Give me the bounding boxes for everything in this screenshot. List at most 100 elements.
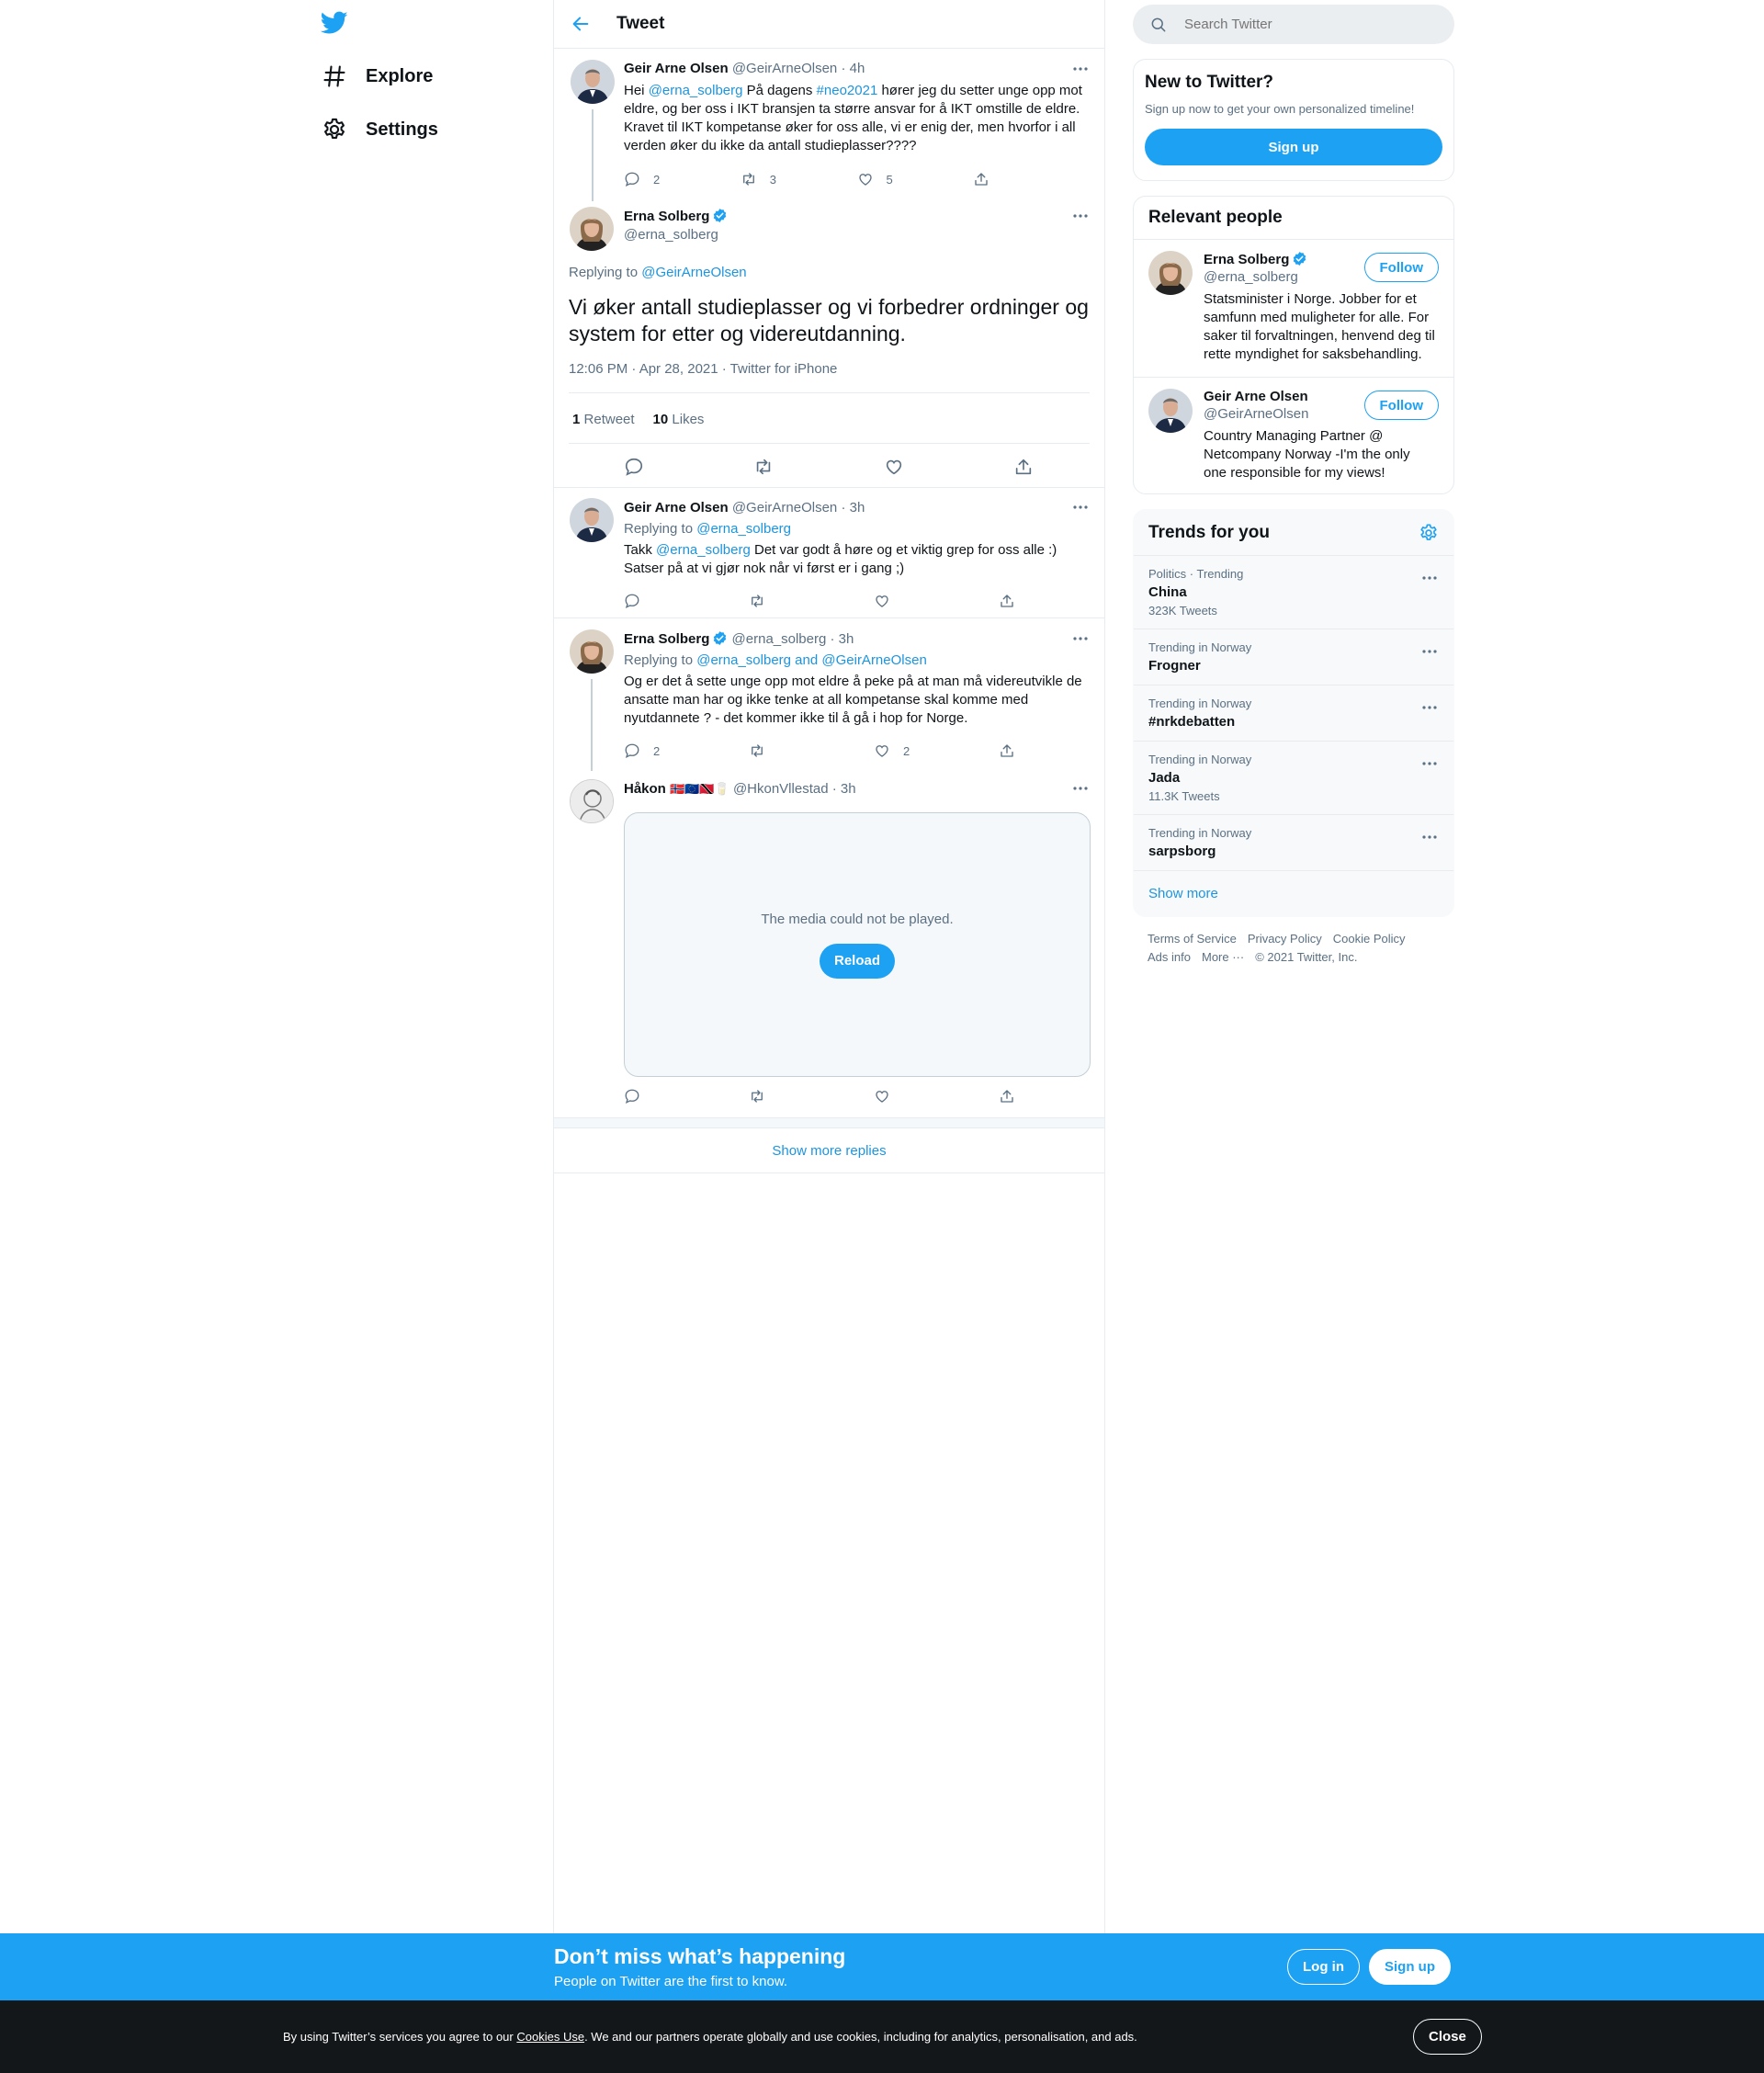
avatar[interactable] [570, 207, 614, 251]
person-name[interactable]: Erna Solberg [1204, 252, 1289, 267]
more-options-icon[interactable] [1420, 642, 1439, 661]
more-options-icon[interactable] [1420, 698, 1439, 717]
show-more-replies[interactable]: Show more replies [554, 1128, 1104, 1173]
footer-link[interactable]: Privacy Policy [1248, 932, 1322, 946]
share-icon[interactable] [1013, 457, 1034, 477]
reply-icon[interactable] [624, 1088, 640, 1104]
heart-icon[interactable] [874, 1088, 890, 1104]
author-handle[interactable]: @HkonVllestad [733, 781, 829, 797]
mention-link[interactable]: @erna_solberg [649, 83, 743, 98]
heart-icon[interactable] [884, 457, 904, 477]
reply-button[interactable]: 2 [624, 171, 741, 187]
reply-icon[interactable] [624, 457, 644, 477]
heart-icon[interactable] [874, 593, 890, 609]
retweet-icon[interactable] [749, 1088, 765, 1104]
avatar[interactable] [570, 498, 614, 542]
follow-button[interactable]: Follow [1363, 391, 1439, 420]
hashtag-link[interactable]: #neo2021 [817, 83, 878, 98]
likes-stat[interactable]: 10 Likes [653, 412, 705, 427]
share-icon[interactable] [999, 1088, 1015, 1104]
retweet-icon[interactable] [753, 457, 774, 477]
twitter-bird-icon[interactable] [321, 11, 348, 35]
reload-button[interactable]: Reload [819, 943, 895, 979]
tweet-time[interactable]: 4h [850, 61, 865, 76]
like-button[interactable]: 2 [874, 742, 910, 759]
share-icon[interactable] [999, 742, 1015, 759]
replying-to-link[interactable]: @erna_solberg [696, 521, 791, 537]
avatar[interactable] [1148, 389, 1193, 433]
retweet-icon[interactable] [749, 593, 765, 609]
replying-to-link[interactable]: @GeirArneOlsen [641, 265, 746, 280]
tweet-meta[interactable]: 12:06 PM · Apr 28, 2021 · Twitter for iP… [569, 361, 1090, 393]
search-bar[interactable] [1133, 5, 1454, 44]
gear-icon[interactable] [1419, 523, 1439, 543]
new-to-twitter-card: New to Twitter? Sign up now to get your … [1133, 59, 1454, 181]
trend-item[interactable]: Politics · Trending China 323K Tweets [1134, 556, 1453, 629]
trends-show-more[interactable]: Show more [1134, 871, 1453, 916]
trend-item[interactable]: Trending in Norway sarpsborg [1134, 815, 1453, 871]
footer-link[interactable]: Terms of Service [1148, 932, 1237, 946]
tweet-time[interactable]: 3h [850, 500, 865, 515]
thread-line [591, 679, 593, 771]
trend-name: #nrkdebatten [1148, 714, 1236, 730]
avatar[interactable] [570, 629, 614, 674]
page-title: Tweet [616, 14, 665, 33]
reply-tweet[interactable]: Geir Arne Olsen @GeirArneOlsen · 3h Repl… [554, 487, 1104, 618]
mention-link[interactable]: @erna_solberg [656, 542, 751, 558]
more-options-icon[interactable] [1071, 207, 1090, 225]
share-button[interactable] [973, 171, 1090, 187]
author-handle[interactable]: @erna_solberg [624, 226, 728, 244]
close-button[interactable]: Close [1413, 2019, 1482, 2055]
author-handle[interactable]: @GeirArneOlsen [732, 500, 837, 515]
author-name[interactable]: Geir Arne Olsen [624, 500, 729, 515]
more-options-icon[interactable] [1420, 569, 1439, 587]
sidebar-signup-button[interactable]: Sign up [1145, 129, 1442, 165]
back-arrow-icon[interactable] [571, 14, 591, 34]
more-options-icon[interactable] [1420, 754, 1439, 773]
author-name[interactable]: Geir Arne Olsen [624, 61, 729, 76]
reply-tweet[interactable]: Erna Solberg @erna_solberg · 3h Replying… [554, 618, 1104, 771]
person-item[interactable]: Geir Arne Olsen @GeirArneOlsen Country M… [1134, 378, 1453, 493]
parent-tweet[interactable]: Geir Arne Olsen @GeirArneOlsen · 4h Hei … [554, 49, 1104, 201]
reply-button[interactable]: 2 [624, 742, 660, 759]
avatar[interactable] [571, 60, 615, 104]
tweet-time[interactable]: 3h [839, 631, 854, 647]
signup-button[interactable]: Sign up [1369, 1949, 1451, 1985]
more-options-icon[interactable] [1071, 60, 1090, 78]
retweet-icon[interactable] [749, 742, 765, 759]
replying-to-link[interactable]: @erna_solberg and @GeirArneOlsen [696, 652, 927, 668]
retweet-button[interactable]: 3 [741, 171, 857, 187]
nav-settings[interactable]: Settings [312, 106, 449, 153]
cookie-text-post: . We and our partners operate globally a… [584, 2030, 1137, 2044]
author-name[interactable]: Håkon [624, 781, 666, 797]
reply-tweet[interactable]: Håkon 🇳🇴🇪🇺🇹🇹🥛 @HkonVllestad · 3h The med… [554, 768, 1104, 1117]
reply-count: 2 [653, 172, 661, 187]
avatar[interactable] [1148, 251, 1193, 295]
trend-count: 11.3K Tweets [1148, 789, 1220, 803]
footer-link[interactable]: Cookie Policy [1333, 932, 1406, 946]
trend-item[interactable]: Trending in Norway Jada 11.3K Tweets [1134, 742, 1453, 815]
follow-button[interactable]: Follow [1363, 253, 1439, 282]
more-options-icon[interactable] [1420, 828, 1439, 846]
trend-item[interactable]: Trending in Norway #nrkdebatten [1134, 685, 1453, 742]
avatar[interactable] [570, 779, 614, 823]
like-button[interactable]: 5 [857, 171, 974, 187]
separator: · [831, 781, 837, 797]
focus-tweet-text: Vi øker antall studieplasser og vi forbe… [569, 295, 1089, 346]
person-item[interactable]: Erna Solberg @erna_solberg Statsminister… [1134, 240, 1453, 378]
login-button[interactable]: Log in [1287, 1949, 1360, 1985]
share-icon[interactable] [999, 593, 1015, 609]
author-name[interactable]: Erna Solberg [624, 209, 709, 224]
author-handle[interactable]: @GeirArneOlsen [732, 61, 837, 76]
footer-link[interactable]: More ··· [1202, 950, 1244, 964]
footer-link[interactable]: Ads info [1148, 950, 1191, 964]
author-name[interactable]: Erna Solberg [624, 631, 709, 647]
reply-icon[interactable] [624, 593, 640, 609]
nav-explore[interactable]: Explore [312, 52, 444, 100]
search-input[interactable] [1184, 17, 1423, 32]
cookies-use-link[interactable]: Cookies Use [516, 2030, 584, 2044]
author-handle[interactable]: @erna_solberg [732, 631, 827, 647]
tweet-time[interactable]: 3h [841, 781, 856, 797]
trend-item[interactable]: Trending in Norway Frogner [1134, 629, 1453, 685]
retweet-stat[interactable]: 1 Retweet [572, 412, 635, 427]
